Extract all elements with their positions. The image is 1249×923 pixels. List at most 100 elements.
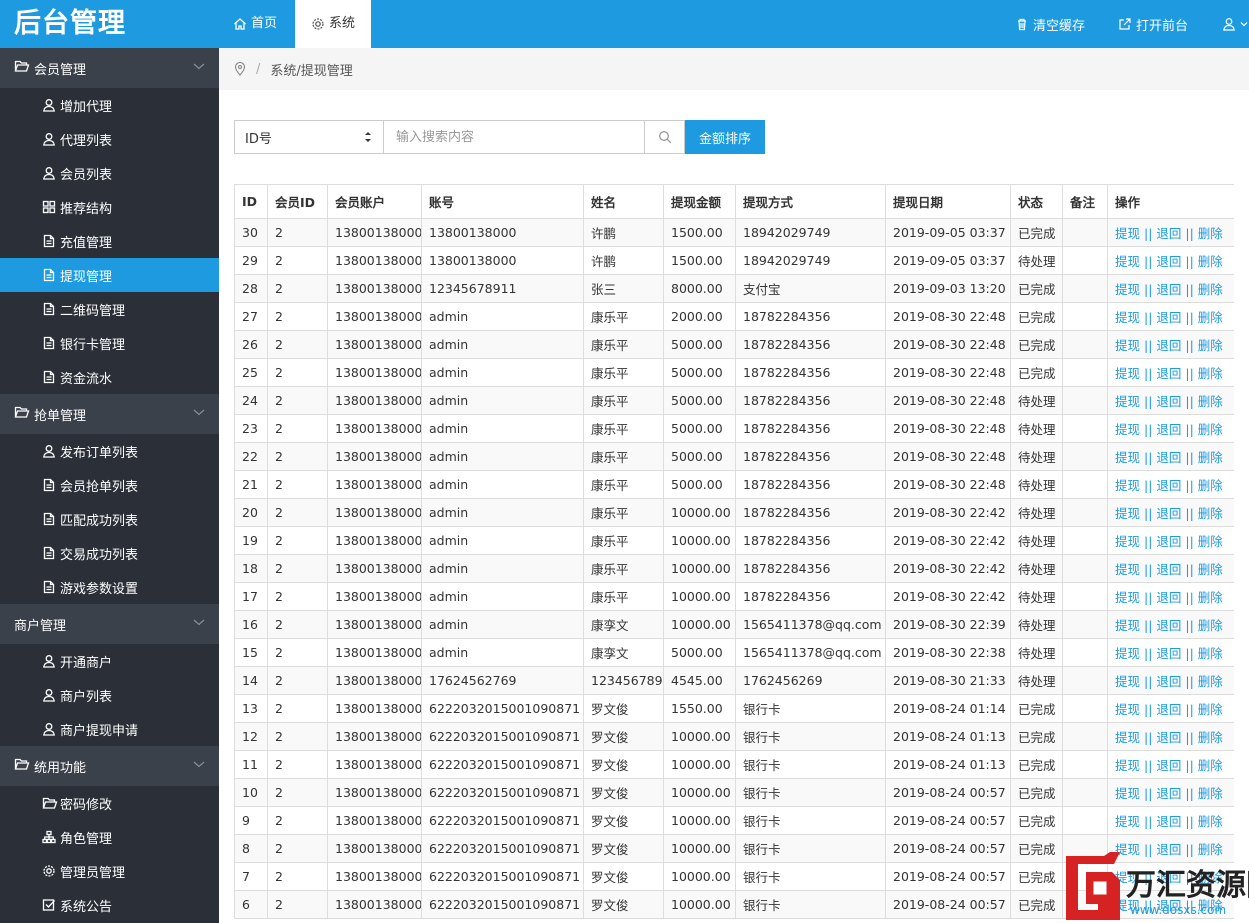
- tab-system[interactable]: 系统: [295, 0, 371, 48]
- sidebar-item-0-2[interactable]: 会员列表: [0, 156, 219, 190]
- sidebar-item-1-3[interactable]: 交易成功列表: [0, 536, 219, 570]
- return-link[interactable]: 退回: [1156, 394, 1181, 409]
- return-link[interactable]: 退回: [1156, 758, 1181, 773]
- sidebar-group-3[interactable]: 统用功能: [0, 746, 219, 786]
- delete-link[interactable]: 删除: [1198, 226, 1223, 241]
- sidebar-item-2-2[interactable]: 商户提现申请: [0, 712, 219, 746]
- withdraw-link[interactable]: 提现: [1115, 450, 1140, 465]
- delete-link[interactable]: 删除: [1198, 478, 1223, 493]
- sidebar-item-3-3[interactable]: 系统公告: [0, 888, 219, 922]
- sidebar-item-0-6[interactable]: 二维码管理: [0, 292, 219, 326]
- withdraw-link[interactable]: 提现: [1115, 674, 1140, 689]
- sidebar-item-3-1[interactable]: 角色管理: [0, 820, 219, 854]
- return-link[interactable]: 退回: [1156, 254, 1181, 269]
- withdraw-link[interactable]: 提现: [1115, 422, 1140, 437]
- delete-link[interactable]: 删除: [1198, 814, 1223, 829]
- withdraw-link[interactable]: 提现: [1115, 730, 1140, 745]
- column-header[interactable]: 操作: [1107, 184, 1234, 219]
- withdraw-link[interactable]: 提现: [1115, 478, 1140, 493]
- sidebar-item-3-0[interactable]: 密码修改: [0, 786, 219, 820]
- delete-link[interactable]: 删除: [1198, 562, 1223, 577]
- withdraw-link[interactable]: 提现: [1115, 338, 1140, 353]
- withdraw-link[interactable]: 提现: [1115, 646, 1140, 661]
- delete-link[interactable]: 删除: [1198, 254, 1223, 269]
- withdraw-link[interactable]: 提现: [1115, 786, 1140, 801]
- return-link[interactable]: 退回: [1156, 814, 1181, 829]
- column-header[interactable]: 姓名: [583, 184, 664, 219]
- return-link[interactable]: 退回: [1156, 590, 1181, 605]
- delete-link[interactable]: 删除: [1198, 338, 1223, 353]
- delete-link[interactable]: 删除: [1198, 674, 1223, 689]
- delete-link[interactable]: 删除: [1198, 422, 1223, 437]
- withdraw-link[interactable]: 提现: [1115, 506, 1140, 521]
- delete-link[interactable]: 删除: [1198, 506, 1223, 521]
- return-link[interactable]: 退回: [1156, 534, 1181, 549]
- search-input[interactable]: [384, 120, 645, 154]
- column-header[interactable]: 提现方式: [735, 184, 886, 219]
- delete-link[interactable]: 删除: [1198, 590, 1223, 605]
- search-field-select[interactable]: ID号: [234, 120, 384, 154]
- column-header[interactable]: 提现日期: [885, 184, 1011, 219]
- sidebar-item-0-7[interactable]: 银行卡管理: [0, 326, 219, 360]
- delete-link[interactable]: 删除: [1198, 534, 1223, 549]
- sidebar-item-1-4[interactable]: 游戏参数设置: [0, 570, 219, 604]
- delete-link[interactable]: 删除: [1198, 310, 1223, 325]
- sidebar-group-2[interactable]: 商户管理: [0, 604, 219, 644]
- withdraw-link[interactable]: 提现: [1115, 394, 1140, 409]
- sidebar-item-0-0[interactable]: 增加代理: [0, 88, 219, 122]
- open-frontend-button[interactable]: 打开前台: [1118, 0, 1188, 48]
- sidebar-group-0[interactable]: 会员管理: [0, 48, 219, 88]
- return-link[interactable]: 退回: [1156, 338, 1181, 353]
- sidebar-item-1-1[interactable]: 会员抢单列表: [0, 468, 219, 502]
- sidebar-item-0-5[interactable]: 提现管理: [0, 258, 219, 292]
- withdraw-link[interactable]: 提现: [1115, 534, 1140, 549]
- column-header[interactable]: 备注: [1062, 184, 1108, 219]
- delete-link[interactable]: 删除: [1198, 702, 1223, 717]
- withdraw-link[interactable]: 提现: [1115, 254, 1140, 269]
- user-menu-button[interactable]: [1222, 0, 1249, 48]
- delete-link[interactable]: 删除: [1198, 366, 1223, 381]
- return-link[interactable]: 退回: [1156, 786, 1181, 801]
- withdraw-link[interactable]: 提现: [1115, 814, 1140, 829]
- return-link[interactable]: 退回: [1156, 310, 1181, 325]
- column-header[interactable]: 账号: [421, 184, 584, 219]
- withdraw-link[interactable]: 提现: [1115, 282, 1140, 297]
- sidebar-item-0-8[interactable]: 资金流水: [0, 360, 219, 394]
- column-header[interactable]: 会员账户: [327, 184, 422, 219]
- delete-link[interactable]: 删除: [1198, 394, 1223, 409]
- column-header[interactable]: 状态: [1010, 184, 1063, 219]
- sidebar-group-1[interactable]: 抢单管理: [0, 394, 219, 434]
- return-link[interactable]: 退回: [1156, 646, 1181, 661]
- delete-link[interactable]: 删除: [1198, 646, 1223, 661]
- return-link[interactable]: 退回: [1156, 702, 1181, 717]
- column-header[interactable]: 会员ID: [267, 184, 328, 219]
- sidebar-item-2-1[interactable]: 商户列表: [0, 678, 219, 712]
- return-link[interactable]: 退回: [1156, 422, 1181, 437]
- sidebar-item-2-0[interactable]: 开通商户: [0, 644, 219, 678]
- return-link[interactable]: 退回: [1156, 506, 1181, 521]
- return-link[interactable]: 退回: [1156, 366, 1181, 381]
- clear-cache-button[interactable]: 清空缓存: [1015, 0, 1085, 48]
- sidebar-item-1-2[interactable]: 匹配成功列表: [0, 502, 219, 536]
- return-link[interactable]: 退回: [1156, 282, 1181, 297]
- return-link[interactable]: 退回: [1156, 478, 1181, 493]
- delete-link[interactable]: 删除: [1198, 282, 1223, 297]
- withdraw-link[interactable]: 提现: [1115, 562, 1140, 577]
- withdraw-link[interactable]: 提现: [1115, 758, 1140, 773]
- return-link[interactable]: 退回: [1156, 562, 1181, 577]
- sidebar-item-0-4[interactable]: 充值管理: [0, 224, 219, 258]
- column-header[interactable]: ID: [234, 184, 268, 219]
- return-link[interactable]: 退回: [1156, 674, 1181, 689]
- withdraw-link[interactable]: 提现: [1115, 226, 1140, 241]
- delete-link[interactable]: 删除: [1198, 786, 1223, 801]
- return-link[interactable]: 退回: [1156, 450, 1181, 465]
- delete-link[interactable]: 删除: [1198, 450, 1223, 465]
- sidebar-item-1-0[interactable]: 发布订单列表: [0, 434, 219, 468]
- withdraw-link[interactable]: 提现: [1115, 618, 1140, 633]
- column-header[interactable]: 提现金额: [663, 184, 736, 219]
- tab-home[interactable]: 首页: [233, 0, 277, 48]
- withdraw-link[interactable]: 提现: [1115, 702, 1140, 717]
- delete-link[interactable]: 删除: [1198, 618, 1223, 633]
- return-link[interactable]: 退回: [1156, 730, 1181, 745]
- sidebar-item-0-3[interactable]: 推荐结构: [0, 190, 219, 224]
